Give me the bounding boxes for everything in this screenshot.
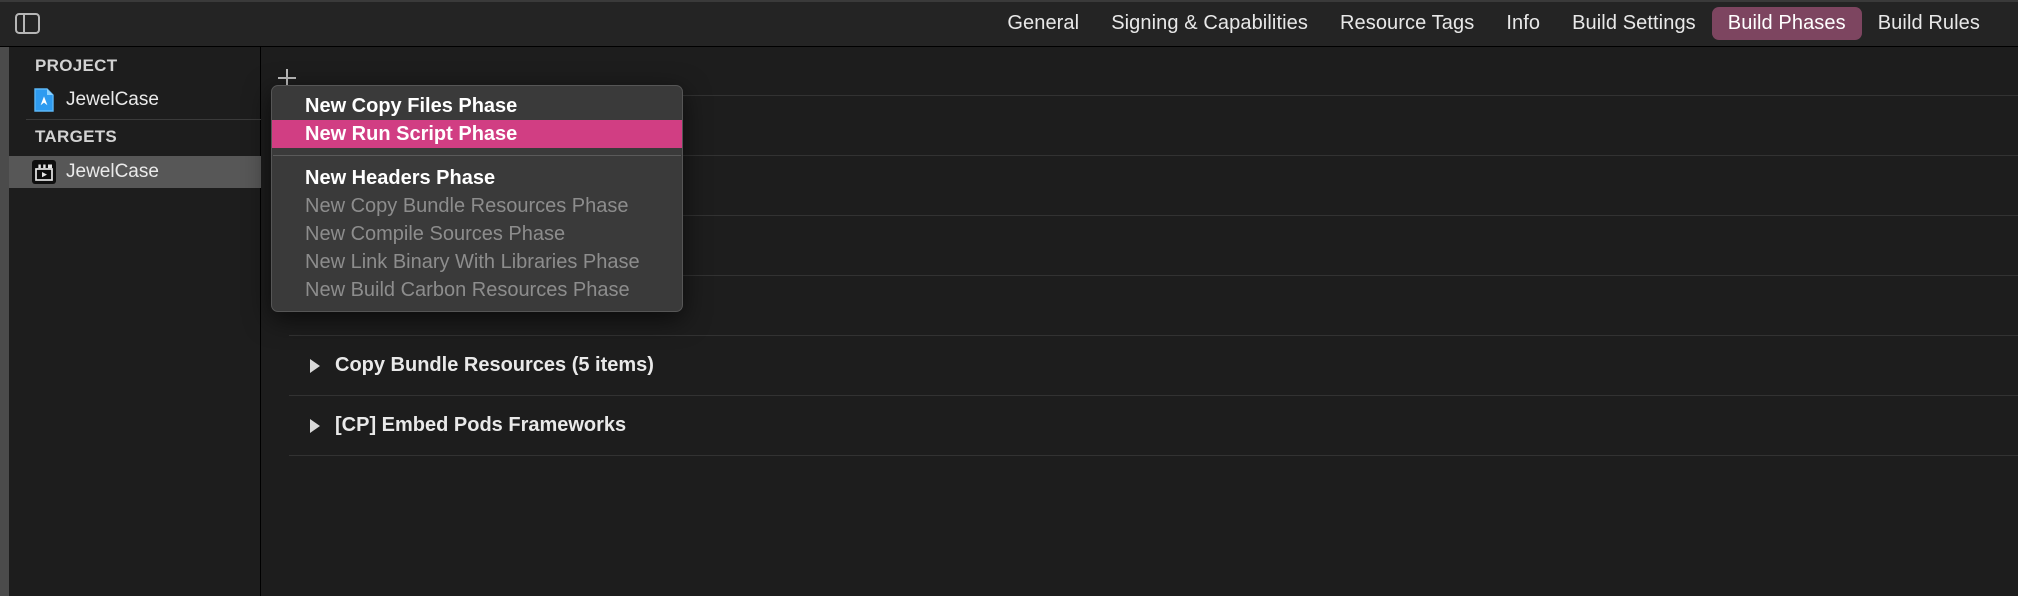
menu-item-new-build-carbon-resources-phase: New Build Carbon Resources Phase	[305, 278, 630, 301]
tab-build-phases[interactable]: Build Phases	[1711, 7, 1862, 40]
xcode-project-icon	[32, 88, 56, 112]
tab-build-rules[interactable]: Build Rules	[1862, 7, 1996, 40]
menu-item-new-headers-phase[interactable]: New Headers Phase	[272, 164, 682, 192]
tab-build-settings[interactable]: Build Settings	[1556, 7, 1712, 40]
sidebar-item-project-jewelcase[interactable]: JewelCase	[9, 84, 261, 116]
app-target-icon	[32, 160, 56, 184]
disclosure-triangle-icon[interactable]	[304, 415, 326, 437]
menu-separator	[273, 155, 681, 156]
tab-signing-capabilities[interactable]: Signing & Capabilities	[1095, 7, 1324, 40]
sidebar-left-gutter	[0, 47, 9, 596]
editor-tab-bar: General Signing & Capabilities Resource Ta…	[991, 0, 2018, 47]
menu-item-new-link-binary-with-libraries-phase: New Link Binary With Libraries Phase	[305, 250, 640, 273]
project-navigator-sidebar: PROJECT JewelCase TARGETS JewelCase	[0, 47, 261, 596]
build-phase-row[interactable]: [CP] Embed Pods Frameworks	[289, 396, 2018, 455]
build-phase-row[interactable]: Copy Bundle Resources (5 items)	[289, 336, 2018, 395]
sidebar-section-header-targets: TARGETS	[35, 127, 118, 146]
sidebar-item-label: JewelCase	[66, 89, 159, 110]
tab-resource-tags[interactable]: Resource Tags	[1324, 7, 1490, 40]
build-phase-label: Copy Bundle Resources (5 items)	[335, 354, 654, 376]
menu-item-new-run-script-phase[interactable]: New Run Script Phase	[272, 120, 682, 148]
tab-info[interactable]: Info	[1490, 7, 1556, 40]
disclosure-triangle-icon[interactable]	[304, 355, 326, 377]
menu-item-new-copy-bundle-resources-phase: New Copy Bundle Resources Phase	[305, 194, 629, 217]
editor-toolbar: General Signing & Capabilities Resource Ta…	[0, 0, 2018, 47]
menu-item-new-copy-files-phase[interactable]: New Copy Files Phase	[272, 92, 682, 120]
sidebar-item-label: JewelCase	[66, 161, 159, 182]
menu-item-new-compile-sources-phase: New Compile Sources Phase	[305, 222, 566, 245]
add-build-phase-menu: New Copy Files Phase New Run Script Phase…	[271, 85, 683, 312]
xcode-project-editor-window: General Signing & Capabilities Resource Ta…	[0, 0, 2018, 596]
sidebar-item-target-jewelcase[interactable]: JewelCase	[9, 156, 261, 188]
row-separator	[289, 455, 2018, 456]
sidebar-section-header-project: PROJECT	[35, 56, 118, 75]
build-phase-label: [CP] Embed Pods Frameworks	[335, 414, 627, 436]
sidebar-toggle-icon[interactable]	[14, 11, 41, 35]
tab-general[interactable]: General	[991, 7, 1095, 40]
sidebar-section-divider	[26, 119, 261, 120]
